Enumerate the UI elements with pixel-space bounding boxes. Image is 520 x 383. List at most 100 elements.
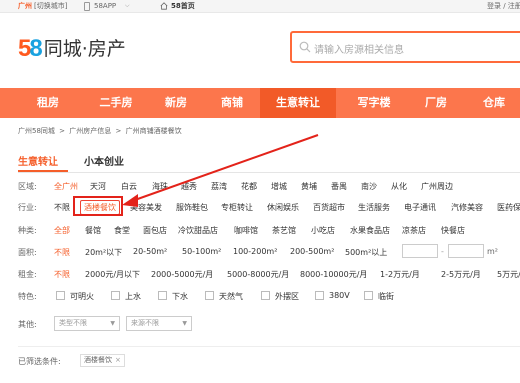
feature-checkbox[interactable] [111,291,120,300]
home-link[interactable]: 58首页 [171,1,195,11]
switch-city-link[interactable]: [切换城市] [34,1,67,11]
area-option[interactable]: 花都 [241,181,257,192]
nav-item-shop[interactable]: 商铺 [206,88,258,118]
industry-option[interactable]: 服饰鞋包 [176,202,208,213]
source-select[interactable]: 来源不限 ▼ [126,316,192,331]
filter-tag-label: 酒楼餐饮 [84,356,112,364]
area-option[interactable]: 番禺 [331,181,347,192]
breadcrumb-link[interactable]: 广州商铺酒楼餐饮 [126,127,182,135]
search-input[interactable]: 请输入房源相关信息 [290,31,520,63]
nav-item-transfer[interactable]: 生意转让 [260,88,336,118]
nav-item-newhouse[interactable]: 新房 [150,88,202,118]
site-logo[interactable]: 58 同城·房产 [18,36,126,62]
size-unit: m² [487,247,498,256]
selected-filter-tag[interactable]: 酒楼餐饮 × [80,354,125,367]
area-option[interactable]: 越秀 [181,181,197,192]
area-option[interactable]: 白云 [121,181,137,192]
area-option[interactable]: 南沙 [361,181,377,192]
industry-option[interactable]: 医药保健 [497,202,520,213]
feature-option[interactable]: 上水 [125,291,141,302]
industry-option[interactable]: 休闲娱乐 [267,202,299,213]
feature-option[interactable]: 外摆区 [275,291,299,302]
area-option[interactable]: 海珠 [152,181,168,192]
area-option[interactable]: 全广州 [54,181,78,192]
breadcrumb: 广州58同城 > 广州房产信息 > 广州商铺酒楼餐饮 [18,126,184,136]
size-option[interactable]: 不限 [54,247,70,258]
size-option[interactable]: 200-500m² [290,247,334,256]
type-option[interactable]: 餐馆 [85,225,101,236]
area-option[interactable]: 黄埔 [301,181,317,192]
breadcrumb-separator: > [59,127,66,135]
type-option[interactable]: 冷饮甜品店 [178,225,218,236]
feature-checkbox[interactable] [205,291,214,300]
size-option[interactable]: 500m²以上 [345,247,387,258]
close-icon[interactable]: × [115,356,121,364]
type-option[interactable]: 面包店 [143,225,167,236]
feature-option[interactable]: 下水 [172,291,188,302]
area-option[interactable]: 增城 [271,181,287,192]
area-option[interactable]: 广州周边 [421,181,453,192]
feature-checkbox[interactable] [158,291,167,300]
rent-option[interactable]: 不限 [54,269,70,280]
feature-checkbox[interactable] [315,291,324,300]
chevron-down-icon: ▼ [182,320,187,327]
feature-label: 特色: [18,292,37,301]
rent-option[interactable]: 5000-8000元/月 [227,269,289,280]
rent-option[interactable]: 1-2万元/月 [380,269,420,280]
industry-option[interactable]: 电子通讯 [404,202,436,213]
industry-option[interactable]: 不限 [54,202,70,213]
nav-item-rent[interactable]: 租房 [22,88,74,118]
tab-transfer[interactable]: 生意转让 [18,153,58,168]
feature-checkbox[interactable] [261,291,270,300]
top-bar: 广州 [切换城市] 58APP ⌵ 58首页 登录 / 注册 [0,0,520,13]
feature-checkbox[interactable] [56,291,65,300]
type-option[interactable]: 全部 [54,225,70,236]
main-nav: 租房 二手房 新房 商铺 生意转让 写字楼 厂房 仓库 [0,88,520,118]
area-option[interactable]: 天河 [90,181,106,192]
industry-option[interactable]: 专柜转让 [221,202,253,213]
type-option[interactable]: 凉茶店 [402,225,426,236]
industry-option[interactable]: 百货超市 [313,202,345,213]
divider [18,346,520,347]
rent-option[interactable]: 8000-10000元/月 [300,269,367,280]
logo-digit-5: 5 [18,35,31,62]
type-option[interactable]: 小吃店 [311,225,335,236]
industry-option[interactable]: 美容美发 [130,202,162,213]
type-option[interactable]: 茶艺馆 [272,225,296,236]
feature-option[interactable]: 可明火 [70,291,94,302]
size-label: 面积: [18,248,37,257]
area-option[interactable]: 荔湾 [211,181,227,192]
size-option[interactable]: 20m²以下 [85,247,122,258]
login-link[interactable]: 登录 / 注册 [487,1,520,11]
size-option[interactable]: 20-50m² [133,247,167,256]
size-max-input[interactable] [448,244,484,258]
type-option[interactable]: 咖啡馆 [234,225,258,236]
feature-option[interactable]: 天然气 [219,291,243,302]
breadcrumb-link[interactable]: 广州房产信息 [69,127,111,135]
type-option[interactable]: 食堂 [114,225,130,236]
nav-item-factory[interactable]: 厂房 [412,88,460,118]
size-option[interactable]: 100-200m² [233,247,277,256]
breadcrumb-link[interactable]: 广州58同城 [18,127,55,135]
rent-option[interactable]: 2000元/月以下 [85,269,140,280]
nav-item-secondhand[interactable]: 二手房 [84,88,148,118]
feature-option[interactable]: 临街 [378,291,394,302]
feature-option[interactable]: 380V [329,291,350,300]
type-select[interactable]: 类型不限 ▼ [54,316,120,331]
nav-item-warehouse[interactable]: 仓库 [470,88,518,118]
tab-small-business[interactable]: 小本创业 [84,153,124,168]
type-option[interactable]: 快餐店 [441,225,465,236]
rent-option[interactable]: 2000-5000元/月 [151,269,213,280]
rent-option[interactable]: 5万元/月以上 [497,269,520,280]
size-min-input[interactable] [402,244,438,258]
app-link[interactable]: 58APP [94,1,116,11]
feature-checkbox[interactable] [364,291,373,300]
size-option[interactable]: 50-100m² [182,247,221,256]
area-option[interactable]: 从化 [391,181,407,192]
nav-item-office[interactable]: 写字楼 [344,88,404,118]
rent-option[interactable]: 2-5万元/月 [441,269,481,280]
industry-option[interactable]: 汽修美容 [451,202,483,213]
search-icon [299,41,311,53]
industry-option[interactable]: 生活服务 [358,202,390,213]
type-option[interactable]: 水果食品店 [350,225,390,236]
